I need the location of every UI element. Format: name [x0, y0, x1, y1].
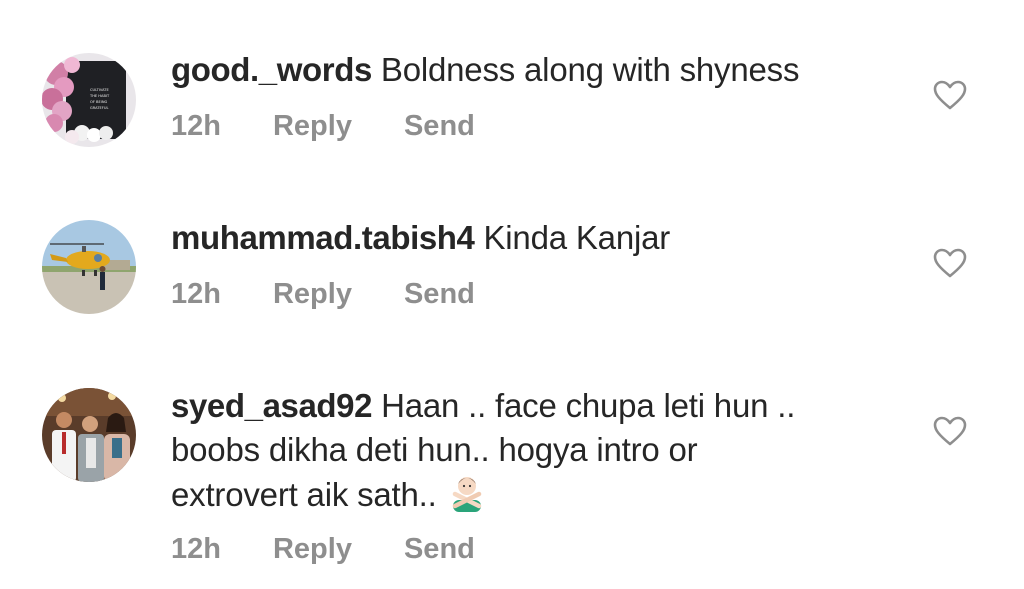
comment-actions: 12h Reply Send [171, 110, 475, 143]
timestamp: 12h [171, 278, 221, 310]
comment-body: syed_asad92 Haan .. face chupa leti hun … [171, 384, 891, 517]
send-button[interactable]: Send [404, 278, 475, 311]
username[interactable]: good._words [171, 51, 372, 88]
comment-text-line: extrovert aik sath.. [171, 476, 437, 513]
username[interactable]: muhammad.tabish4 [171, 219, 475, 256]
comment-text: Kinda Kanjar [483, 219, 671, 256]
reply-button[interactable]: Reply [273, 278, 352, 311]
send-button[interactable]: Send [404, 110, 475, 143]
heart-icon[interactable] [933, 416, 967, 446]
comment-text-line: Haan .. face chupa leti hun .. [381, 387, 796, 424]
comment-text-line: boobs dikha deti hun.. hogya intro or [171, 431, 698, 468]
timestamp: 12h [171, 110, 221, 142]
avatar-image [42, 388, 136, 482]
comment-actions: 12h Reply Send [171, 278, 475, 311]
username[interactable]: syed_asad92 [171, 387, 372, 424]
comment-actions: 12h Reply Send [171, 533, 475, 566]
avatar[interactable]: CULTIVATE THE HABIT OF BEING GRATEFUL [42, 53, 136, 147]
reply-button[interactable]: Reply [273, 110, 352, 143]
heart-icon[interactable] [933, 248, 967, 278]
avatar-poster-line: CULTIVATE [90, 88, 110, 92]
reply-button[interactable]: Reply [273, 533, 352, 566]
avatar-image: CULTIVATE THE HABIT OF BEING GRATEFUL [42, 53, 136, 147]
comment-body: good._words Boldness along with shyness [171, 48, 891, 92]
avatar[interactable] [42, 388, 136, 482]
avatar-poster-line: OF BEING [90, 100, 108, 104]
avatar-poster-line: THE HABIT [89, 94, 110, 98]
comment-text: Boldness along with shyness [380, 51, 800, 88]
heart-icon[interactable] [933, 80, 967, 110]
timestamp: 12h [171, 533, 221, 565]
send-button[interactable]: Send [404, 533, 475, 566]
comment-body: muhammad.tabish4 Kinda Kanjar [171, 216, 891, 260]
avatar[interactable] [42, 220, 136, 314]
person-gesturing-no-emoji [452, 477, 481, 512]
avatar-poster-line: GRATEFUL [90, 106, 108, 110]
avatar-image [42, 220, 136, 314]
